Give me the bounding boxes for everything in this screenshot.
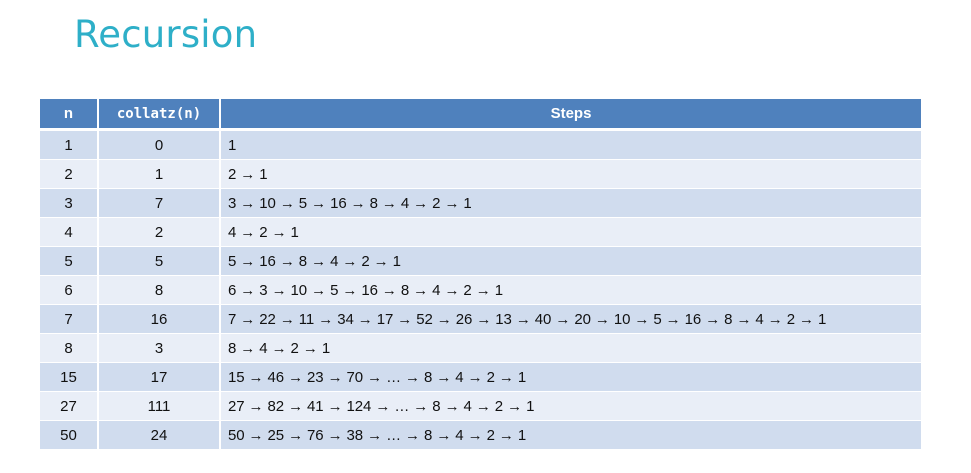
cell-collatz: 7 — [98, 188, 221, 218]
cell-n: 6 — [40, 275, 99, 305]
table-row: 15 17 15 → 46 → 23 → 70 → … → 8 → 4 → 2 … — [40, 362, 921, 392]
cell-n: 7 — [40, 304, 99, 334]
cell-collatz: 2 — [98, 217, 221, 247]
cell-steps: 8 → 4 → 2 → 1 — [220, 333, 921, 363]
cell-collatz: 5 — [98, 246, 221, 276]
cell-steps: 3 → 10 → 5 → 16 → 8 → 4 → 2 → 1 — [220, 188, 921, 218]
cell-steps: 5 → 16 → 8 → 4 → 2 → 1 — [220, 246, 921, 276]
table-row: 1 0 1 — [40, 129, 921, 160]
cell-steps: 7 → 22 → 11 → 34 → 17 → 52 → 26 → 13 → 4… — [220, 304, 921, 334]
table-row: 5 5 5 → 16 → 8 → 4 → 2 → 1 — [40, 246, 921, 276]
cell-n: 8 — [40, 333, 99, 363]
cell-collatz: 24 — [98, 420, 221, 450]
table-row: 4 2 4 → 2 → 1 — [40, 217, 921, 247]
cell-steps: 27 → 82 → 41 → 124 → … → 8 → 4 → 2 → 1 — [220, 391, 921, 421]
cell-collatz: 17 — [98, 362, 221, 392]
slide-title: Recursion — [74, 13, 258, 56]
table-row: 6 8 6 → 3 → 10 → 5 → 16 → 8 → 4 → 2 → 1 — [40, 275, 921, 305]
cell-steps: 15 → 46 → 23 → 70 → … → 8 → 4 → 2 → 1 — [220, 362, 921, 392]
cell-n: 27 — [40, 391, 99, 421]
cell-n: 1 — [40, 129, 99, 160]
cell-n: 5 — [40, 246, 99, 276]
cell-collatz: 0 — [98, 129, 221, 160]
cell-n: 50 — [40, 420, 99, 450]
cell-collatz: 16 — [98, 304, 221, 334]
cell-collatz: 8 — [98, 275, 221, 305]
cell-n: 4 — [40, 217, 99, 247]
cell-collatz: 1 — [98, 159, 221, 189]
cell-n: 3 — [40, 188, 99, 218]
cell-steps: 1 — [220, 129, 921, 160]
cell-n: 2 — [40, 159, 99, 189]
table-row: 8 3 8 → 4 → 2 → 1 — [40, 333, 921, 363]
cell-collatz: 111 — [98, 391, 221, 421]
cell-steps: 6 → 3 → 10 → 5 → 16 → 8 → 4 → 2 → 1 — [220, 275, 921, 305]
table-row: 3 7 3 → 10 → 5 → 16 → 8 → 4 → 2 → 1 — [40, 188, 921, 218]
table-row: 2 1 2 → 1 — [40, 159, 921, 189]
cell-n: 15 — [40, 362, 99, 392]
cell-steps: 2 → 1 — [220, 159, 921, 189]
table-header-row: n collatz(n) Steps — [40, 99, 921, 131]
collatz-table: n collatz(n) Steps 1 0 1 2 1 2 → 1 3 7 3… — [40, 99, 921, 450]
table-row: 7 16 7 → 22 → 11 → 34 → 17 → 52 → 26 → 1… — [40, 304, 921, 334]
cell-steps: 50 → 25 → 76 → 38 → … → 8 → 4 → 2 → 1 — [220, 420, 921, 450]
table-row: 50 24 50 → 25 → 76 → 38 → … → 8 → 4 → 2 … — [40, 420, 921, 450]
header-n: n — [40, 99, 99, 131]
header-steps: Steps — [220, 99, 921, 131]
cell-steps: 4 → 2 → 1 — [220, 217, 921, 247]
table-row: 27 111 27 → 82 → 41 → 124 → … → 8 → 4 → … — [40, 391, 921, 421]
header-collatz: collatz(n) — [98, 99, 221, 131]
cell-collatz: 3 — [98, 333, 221, 363]
